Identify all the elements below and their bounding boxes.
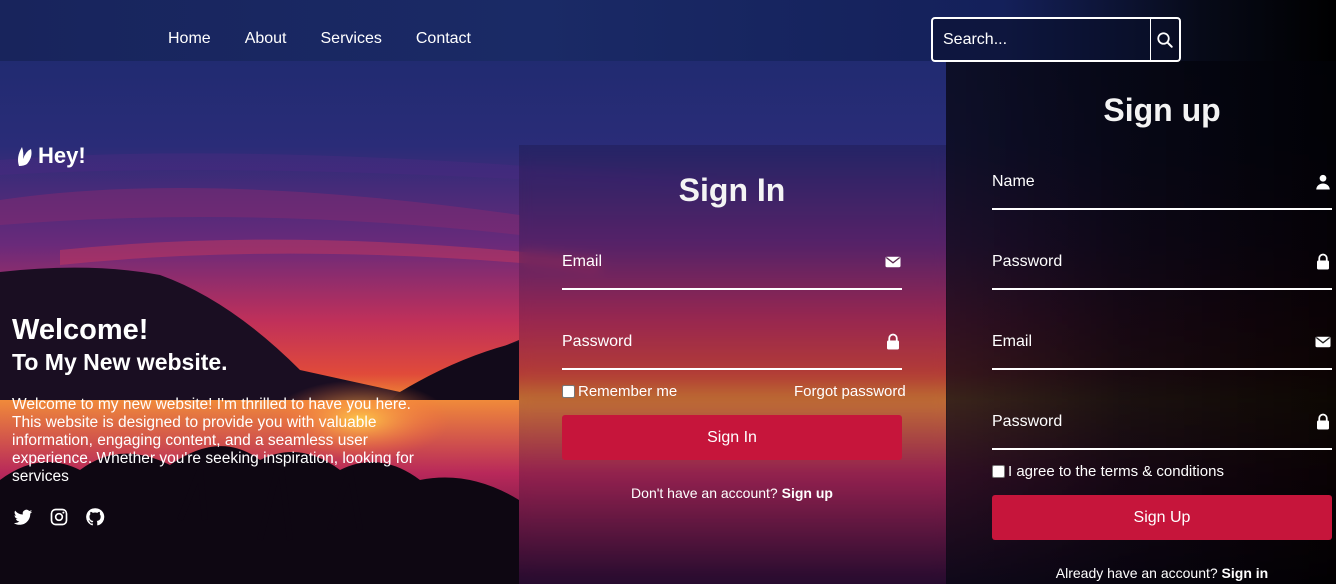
search-icon <box>1157 31 1173 48</box>
signup-name-field[interactable]: Name <box>992 170 1332 210</box>
hero-subtitle: To My New website. <box>12 349 228 375</box>
terms-label: I agree to the terms & conditions <box>1008 463 1224 480</box>
mail-icon <box>885 256 901 268</box>
signin-password-field[interactable]: Password <box>562 330 902 370</box>
nav-contact[interactable]: Contact <box>416 30 471 48</box>
forgot-password-link[interactable]: Forgot password <box>794 383 906 400</box>
main-nav: Home About Services Contact <box>168 30 505 48</box>
signin-email-label: Email <box>562 253 603 270</box>
signup-button[interactable]: Sign Up <box>992 495 1332 540</box>
signup-title: Sign up <box>1103 92 1221 128</box>
lock-icon <box>1317 253 1329 270</box>
search-input[interactable] <box>933 19 1150 60</box>
signin-switch-text: Don't have an account? Sign up <box>562 485 902 501</box>
terms-checkbox[interactable] <box>992 465 1005 478</box>
remember-me-label: Remember me <box>578 383 678 400</box>
signup-email-label: Email <box>992 333 1033 350</box>
hero-greeting: Hey! <box>16 143 86 169</box>
search-box <box>931 17 1181 62</box>
signup-email-field[interactable]: Email <box>992 330 1332 370</box>
social-links <box>13 507 105 527</box>
signup-switch-text: Already have an account? Sign in <box>992 565 1332 581</box>
signup-name-label: Name <box>992 173 1035 190</box>
hero-title: Welcome! <box>12 314 149 346</box>
lock-icon <box>1317 413 1329 430</box>
signup-confirm-password-field[interactable]: Password <box>992 410 1332 450</box>
signup-switch-prompt: Already have an account? <box>1055 565 1218 581</box>
signin-switch-prompt: Don't have an account? <box>631 485 778 501</box>
github-icon[interactable] <box>85 507 105 527</box>
twitter-icon[interactable] <box>13 507 33 527</box>
lock-icon <box>887 333 899 350</box>
signin-button[interactable]: Sign In <box>562 415 902 460</box>
signin-link[interactable]: Sign in <box>1222 565 1269 581</box>
terms-row: I agree to the terms & conditions <box>992 463 1224 480</box>
instagram-icon[interactable] <box>49 507 69 527</box>
search-button[interactable] <box>1150 19 1179 60</box>
greeting-text: Hey! <box>38 143 86 168</box>
hero-description: Welcome to my new website! I'm thrilled … <box>12 396 414 485</box>
remember-me-row: Remember me <box>562 383 677 400</box>
signin-password-label: Password <box>562 333 633 350</box>
leaf-icon <box>18 147 32 166</box>
signup-confirm-password-label: Password <box>992 413 1063 430</box>
signup-password-field[interactable]: Password <box>992 250 1332 290</box>
nav-services[interactable]: Services <box>321 30 382 48</box>
signin-email-field[interactable]: Email <box>562 250 902 290</box>
mail-icon <box>1315 336 1331 348</box>
signup-password-label: Password <box>992 253 1063 270</box>
signup-link[interactable]: Sign up <box>782 485 833 501</box>
remember-me-checkbox[interactable] <box>562 385 575 398</box>
nav-home[interactable]: Home <box>168 30 211 48</box>
site-header: Home About Services Contact <box>0 0 1336 62</box>
signin-title: Sign In <box>678 172 786 208</box>
nav-about[interactable]: About <box>245 30 287 48</box>
user-icon <box>1316 174 1330 190</box>
